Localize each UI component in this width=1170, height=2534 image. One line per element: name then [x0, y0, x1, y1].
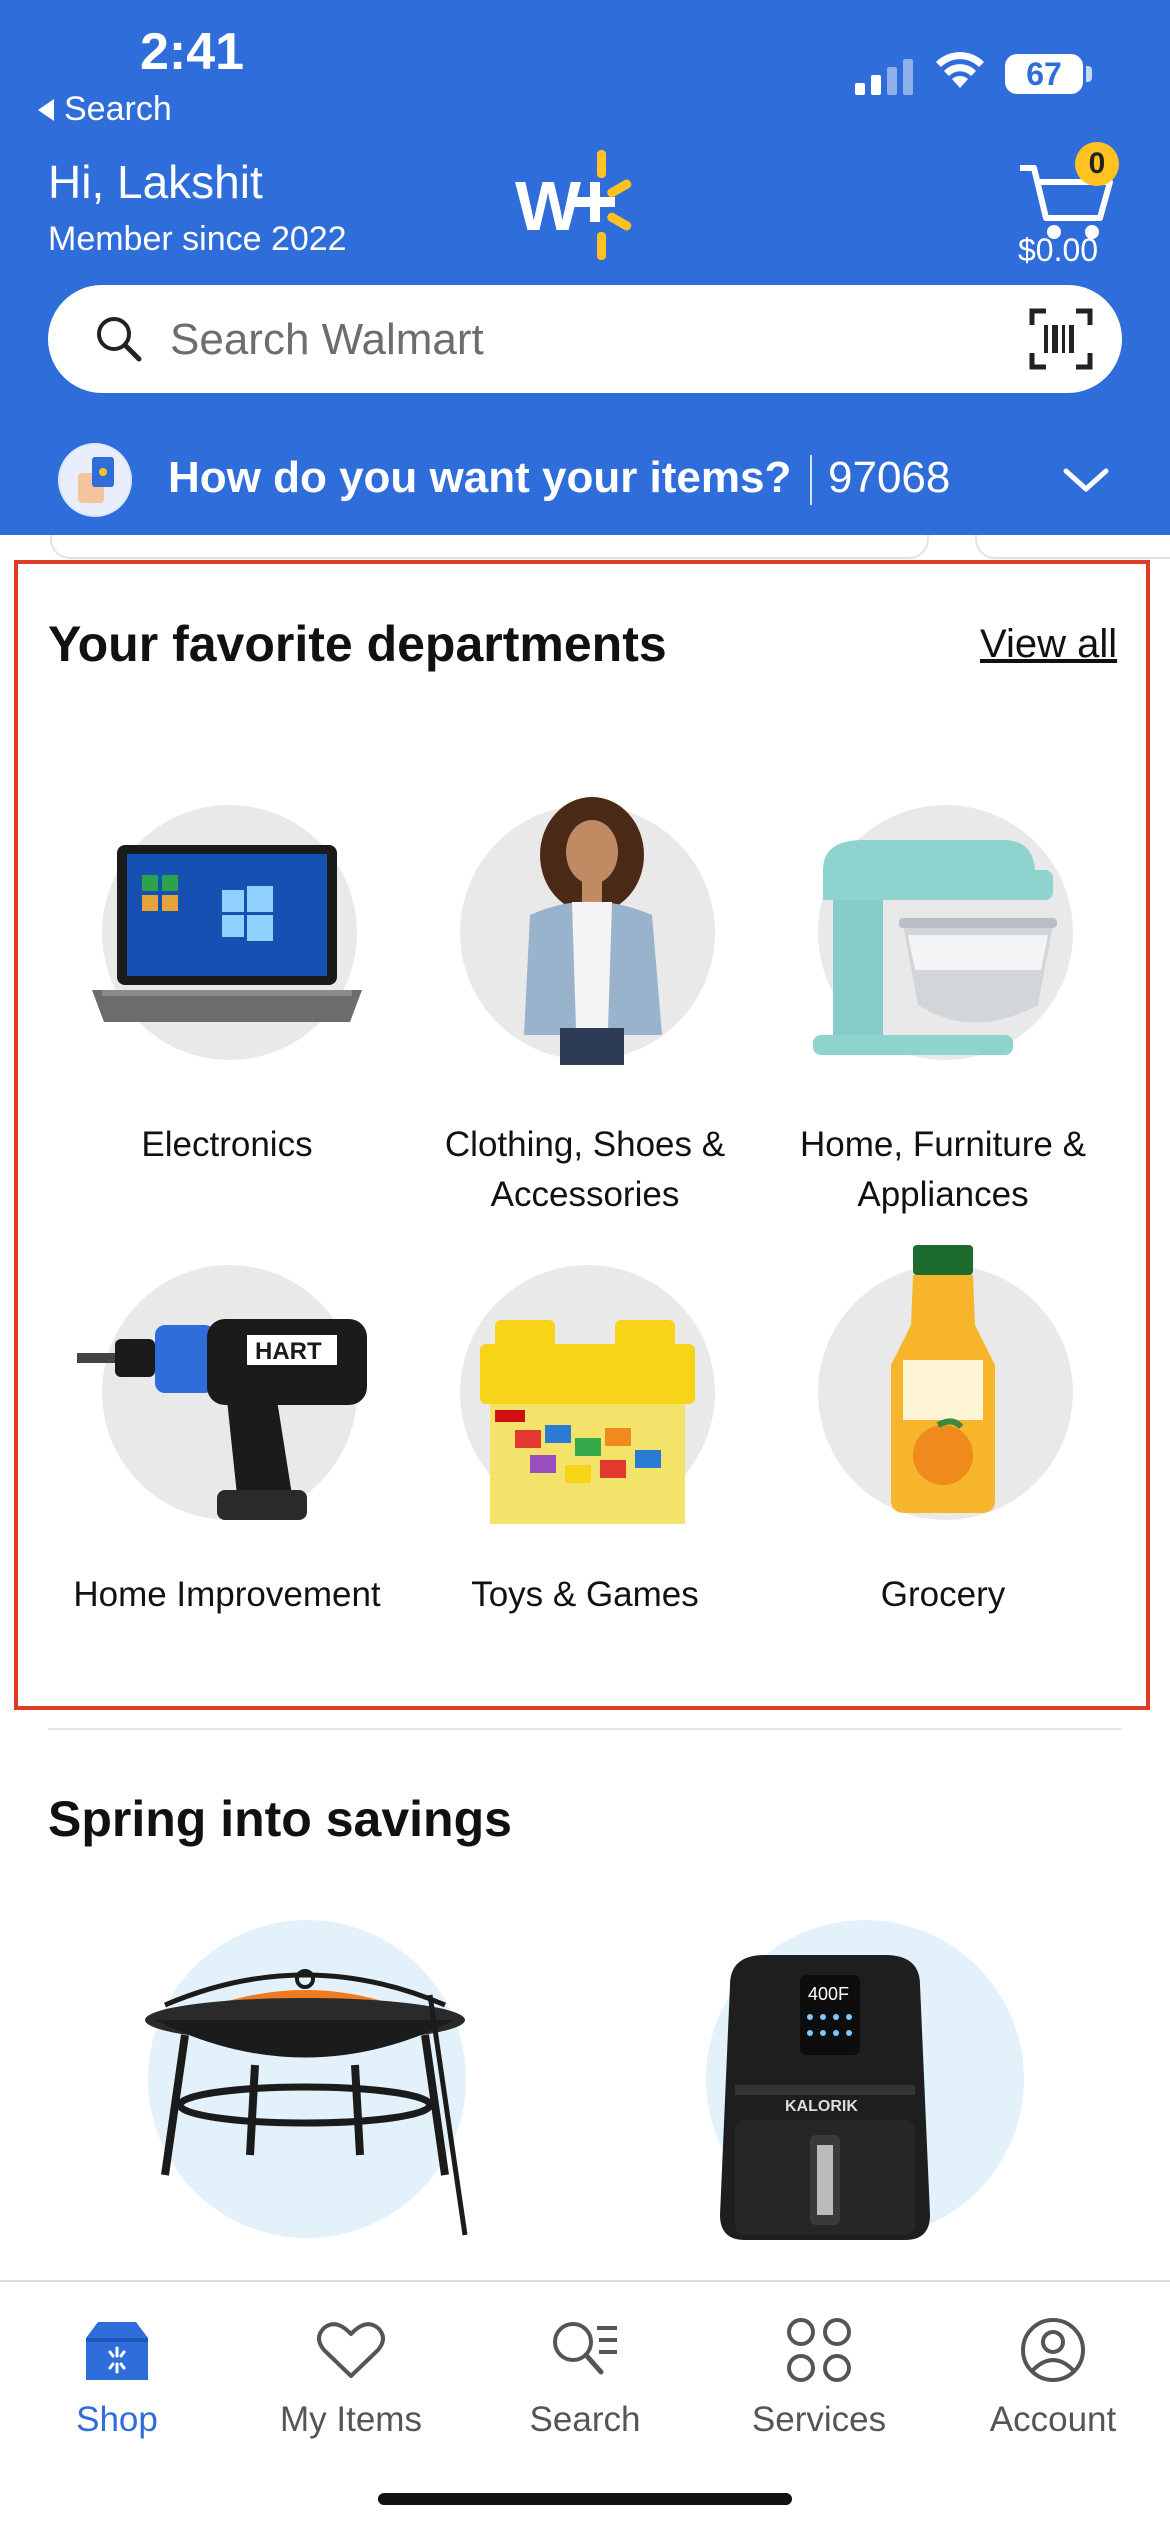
search-list-icon [553, 2322, 617, 2375]
air-fryer-image: 400F KALORIK [720, 1955, 930, 2240]
view-all-link[interactable]: View all [980, 622, 1117, 667]
fire-pit-image [145, 1969, 468, 2236]
services-icon [787, 2318, 851, 2382]
home-indicator [378, 2493, 792, 2505]
battery-nub [1086, 66, 1092, 82]
department-home-furniture-appliances[interactable]: Home, Furniture & Appliances [773, 805, 1113, 1225]
cellular-signal-icon [855, 55, 913, 95]
account-icon [1021, 2318, 1085, 2382]
air-fryer-display: 400F [808, 1984, 849, 2004]
department-label: Toys & Games [471, 1575, 699, 1614]
delivery-separator [810, 455, 812, 505]
tab-my-items[interactable]: My Items [234, 2310, 468, 2440]
tab-search[interactable]: Search [468, 2310, 702, 2440]
search-bar[interactable] [48, 285, 1122, 393]
section-divider [48, 1728, 1122, 1730]
department-grocery[interactable]: Grocery [773, 1245, 1113, 1645]
tab-label: Services [751, 2400, 887, 2439]
denim-jacket-model-image [524, 797, 662, 1065]
delivery-badge-icon [58, 443, 132, 517]
back-arrow-icon [38, 98, 54, 121]
department-label: Grocery [880, 1575, 1006, 1614]
air-fryer-brand: KALORIK [785, 2098, 858, 2115]
department-label: Clothing, Shoes & Accessories [444, 1125, 726, 1214]
barcode-scan-icon[interactable] [1028, 307, 1094, 371]
tab-shop[interactable]: Shop [0, 2310, 234, 2440]
department-electronics[interactable]: Electronics [57, 805, 397, 1185]
department-label: Home, Furniture & Appliances [800, 1125, 1086, 1214]
member-since-text: Member since 2022 [48, 220, 347, 258]
back-to-search-link[interactable]: Search [38, 90, 172, 129]
tab-label: Search [529, 2400, 641, 2439]
laptop-icon [92, 845, 362, 1022]
tab-label: Account [989, 2400, 1117, 2439]
card-edge [975, 535, 1170, 559]
cart-count-badge: 0 [1075, 142, 1119, 186]
department-label: Home Improvement [73, 1575, 381, 1614]
tab-account[interactable]: Account [936, 2310, 1170, 2440]
search-input[interactable] [168, 305, 972, 375]
delivery-zip: 97068 [828, 453, 951, 502]
chevron-down-icon [1063, 468, 1109, 492]
tab-label: Shop [76, 2400, 158, 2439]
greeting-text: Hi, Lakshit [48, 156, 263, 208]
tab-services[interactable]: Services [702, 2310, 936, 2440]
walmart-plus-logo[interactable]: W [515, 145, 655, 265]
shop-icon [86, 2322, 148, 2380]
heart-icon [317, 2322, 385, 2378]
battery-icon: 67 [1005, 54, 1083, 94]
lego-bucket-image [480, 1320, 695, 1524]
orange-juice-image [891, 1245, 995, 1513]
delivery-question: How do you want your items? [168, 453, 792, 502]
status-time: 2:41 [140, 23, 245, 81]
spring-savings-title: Spring into savings [48, 1791, 512, 1847]
stand-mixer-image [813, 840, 1057, 1055]
power-drill-image: HART [77, 1319, 367, 1520]
delivery-selector[interactable]: How do you want your items? 97068 [0, 425, 1170, 535]
search-icon [97, 317, 142, 362]
back-link-label: Search [64, 90, 172, 128]
tab-label: My Items [280, 2400, 422, 2439]
cart-total: $0.00 [1018, 232, 1099, 268]
favorites-title: Your favorite departments [48, 616, 667, 672]
department-clothing-shoes-accessories[interactable]: Clothing, Shoes & Accessories [415, 797, 755, 1225]
wifi-icon [936, 52, 984, 88]
svg-text:W: W [515, 167, 581, 245]
app-header: 2:41 Search 67 Hi, Lakshit Member since … [0, 0, 1170, 535]
department-label: Electronics [141, 1125, 313, 1164]
svg-text:HART: HART [255, 1338, 322, 1365]
department-home-improvement[interactable]: HART Home Improvement [57, 1265, 397, 1645]
card-edge [50, 535, 929, 559]
department-toys-games[interactable]: Toys & Games [415, 1265, 755, 1645]
